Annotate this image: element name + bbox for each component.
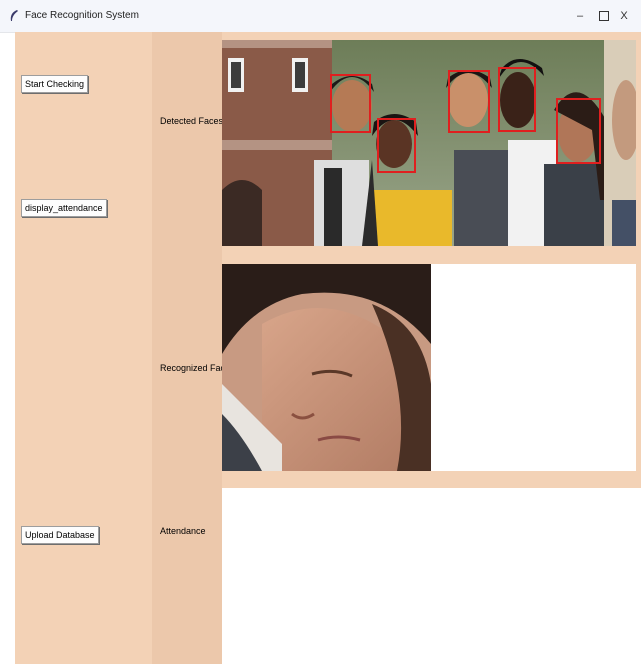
face-box bbox=[498, 67, 536, 132]
close-button[interactable]: X bbox=[612, 6, 636, 26]
detected-faces-image bbox=[222, 40, 636, 246]
feather-icon bbox=[10, 10, 18, 21]
recognized-faces-display bbox=[222, 264, 636, 471]
face-box bbox=[330, 74, 371, 133]
face-box bbox=[377, 118, 416, 173]
maximize-icon bbox=[599, 11, 609, 21]
label-column bbox=[152, 32, 222, 664]
window-title: Face Recognition System bbox=[25, 10, 139, 21]
upload-database-button[interactable]: Upload Database bbox=[21, 526, 99, 544]
minimize-icon: – bbox=[576, 10, 584, 22]
display-attendance-button[interactable]: display_attendance bbox=[21, 199, 107, 217]
detected-faces-label: Detected Faces bbox=[160, 116, 222, 126]
face-box bbox=[448, 70, 490, 133]
start-checking-button[interactable]: Start Checking bbox=[21, 75, 89, 93]
close-icon: X bbox=[620, 10, 628, 22]
control-panel bbox=[15, 32, 152, 664]
recognized-face-image bbox=[222, 264, 431, 471]
recognized-faces-label: Recognized Faces bbox=[160, 363, 222, 373]
minimize-button[interactable]: – bbox=[568, 6, 592, 26]
face-box bbox=[556, 98, 601, 164]
attendance-display bbox=[222, 488, 641, 664]
attendance-label: Attendance bbox=[160, 526, 206, 536]
title-bar: Face Recognition System – X bbox=[0, 0, 641, 33]
